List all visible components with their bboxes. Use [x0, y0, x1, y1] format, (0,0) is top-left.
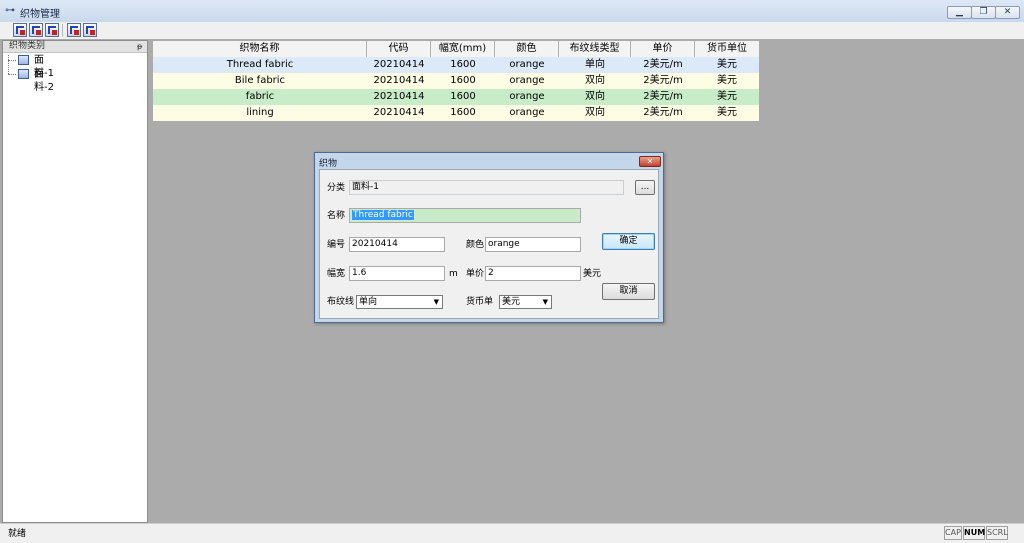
category-folder-icon: [18, 55, 29, 65]
grain-label: 布纹线: [327, 297, 355, 307]
status-bar: 就绪 CAP NUM SCRL: [0, 523, 1024, 543]
code-input[interactable]: 20210414: [349, 237, 445, 252]
category-panel-title: 织物类别: [9, 41, 46, 51]
cell-name: Bile fabric: [234, 75, 286, 86]
pin-icon[interactable]: ᵽ: [137, 41, 142, 52]
chevron-down-icon: ▼: [433, 298, 439, 306]
table-header: 织物名称 代码 幅宽(mm) 颜色 布纹线类型 单价 货币单位: [153, 41, 759, 58]
cell-name: lining: [246, 107, 274, 118]
column-header-grain[interactable]: 布纹线类型: [559, 41, 631, 57]
table-row[interactable]: Bile fabric 20210414 1600 orange 双向 2美元/…: [153, 73, 759, 89]
cell-grain: 单向: [585, 59, 605, 70]
cell-currency: 美元: [717, 59, 737, 70]
price-label: 单价: [466, 269, 485, 279]
cell-width: 1600: [450, 59, 476, 70]
width-label: 幅宽: [327, 269, 346, 279]
cell-code: 20210414: [373, 75, 425, 86]
fabric-dialog: 织物 ✕ 分类 面料-1 ... 名称 Thread fabric 编号 202…: [314, 152, 664, 323]
browse-category-button[interactable]: ...: [635, 180, 655, 195]
currency-label: 货币单: [466, 297, 494, 307]
window-title: 织物管理: [20, 9, 60, 20]
name-label: 名称: [327, 211, 346, 221]
close-window-button[interactable]: ✕: [995, 6, 1020, 19]
grain-select[interactable]: 单向 ▼: [356, 295, 443, 309]
column-header-name[interactable]: 织物名称: [153, 41, 367, 57]
cell-width: 1600: [450, 75, 476, 86]
category-panel: 织物类别 ᵽ: [2, 40, 148, 523]
toolbar: [0, 22, 1024, 39]
cell-price: 2美元/m: [643, 75, 683, 86]
column-header-code[interactable]: 代码: [367, 41, 431, 57]
table-row[interactable]: Thread fabric 20210414 1600 orange 单向 2美…: [153, 57, 759, 73]
table-row[interactable]: fabric 20210414 1600 orange 双向 2美元/m 美元: [153, 89, 759, 105]
caps-lock-indicator: CAP: [944, 526, 962, 540]
cell-name: Thread fabric: [226, 59, 294, 70]
cell-grain: 双向: [585, 107, 605, 118]
tree-line: [8, 55, 10, 74]
price-input[interactable]: 2: [485, 266, 581, 281]
title-bar: ⊶ 织物管理 ▁ ❐ ✕: [0, 0, 1024, 23]
cell-grain: 双向: [585, 75, 605, 86]
num-lock-indicator: NUM: [963, 526, 985, 540]
cell-code: 20210414: [373, 91, 425, 102]
grain-select-value: 单向: [359, 297, 378, 307]
cell-name: fabric: [245, 91, 275, 102]
name-input-selected-text: Thread fabric: [352, 210, 414, 220]
scroll-lock-indicator: SCRL: [986, 526, 1008, 540]
column-header-width[interactable]: 幅宽(mm): [431, 41, 495, 57]
width-input[interactable]: 1.6: [349, 266, 445, 281]
currency-select-value: 美元: [502, 297, 521, 307]
cell-price: 2美元/m: [643, 107, 683, 118]
table-row[interactable]: lining 20210414 1600 orange 双向 2美元/m 美元: [153, 105, 759, 121]
cell-code: 20210414: [373, 59, 425, 70]
category-folder-icon: [18, 69, 29, 79]
cell-grain: 双向: [585, 91, 605, 102]
app-icon: ⊶: [5, 5, 15, 16]
cell-color: orange: [509, 91, 545, 102]
add-fabric-icon[interactable]: [67, 23, 81, 37]
code-label: 编号: [327, 240, 346, 250]
category-field: 面料-1: [349, 180, 624, 195]
cell-currency: 美元: [717, 75, 737, 86]
column-header-currency[interactable]: 货币单位: [695, 41, 759, 57]
column-header-price[interactable]: 单价: [631, 41, 695, 57]
dialog-title: 织物: [319, 159, 338, 169]
name-input[interactable]: Thread fabric: [349, 208, 581, 223]
color-label: 颜色: [466, 240, 485, 250]
cell-color: orange: [509, 107, 545, 118]
chevron-down-icon: ▼: [542, 298, 548, 306]
cell-currency: 美元: [717, 107, 737, 118]
column-header-color[interactable]: 颜色: [495, 41, 559, 57]
delete-fabric-icon[interactable]: [83, 23, 97, 37]
restore-button[interactable]: ❐: [971, 6, 996, 19]
minimize-button[interactable]: ▁: [947, 6, 972, 19]
dialog-body: 分类 面料-1 ... 名称 Thread fabric 编号 20210414…: [319, 169, 659, 319]
cell-width: 1600: [450, 91, 476, 102]
category-label: 分类: [327, 183, 346, 193]
edit-category-icon[interactable]: [29, 23, 43, 37]
cell-price: 2美元/m: [643, 91, 683, 102]
delete-category-icon[interactable]: [45, 23, 59, 37]
cancel-button[interactable]: 取消: [602, 283, 655, 300]
category-panel-header: 织物类别 ᵽ: [3, 41, 147, 53]
cell-price: 2美元/m: [643, 59, 683, 70]
toolbar-separator: [62, 24, 63, 37]
width-unit: m: [449, 269, 458, 279]
cell-code: 20210414: [373, 107, 425, 118]
status-message: 就绪: [8, 529, 27, 539]
cell-currency: 美元: [717, 91, 737, 102]
cell-width: 1600: [450, 107, 476, 118]
add-category-icon[interactable]: [13, 23, 27, 37]
ok-button[interactable]: 确定: [602, 233, 655, 250]
price-unit: 美元: [583, 269, 602, 279]
dialog-close-button[interactable]: ✕: [639, 156, 661, 167]
color-input[interactable]: orange: [485, 237, 581, 252]
cell-color: orange: [509, 75, 545, 86]
tree-item-label: 面料-2: [34, 69, 54, 93]
cell-color: orange: [509, 59, 545, 70]
currency-select[interactable]: 美元 ▼: [499, 295, 552, 309]
